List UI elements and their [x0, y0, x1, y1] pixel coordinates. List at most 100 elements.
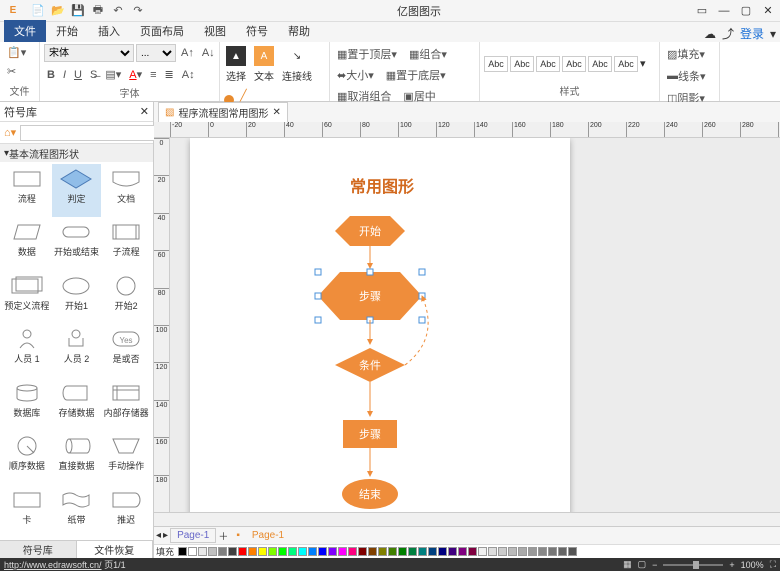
shape-cell-13[interactable]: 存储数据	[52, 378, 102, 431]
line-icon[interactable]: ╱	[240, 89, 251, 102]
color-swatch[interactable]	[398, 547, 407, 556]
strike-button[interactable]: S̶	[87, 66, 100, 83]
cut-icon[interactable]: ✂	[4, 63, 19, 80]
qat-undo-icon[interactable]: ↶	[110, 3, 126, 19]
tab-layout[interactable]: 页面布局	[130, 20, 194, 42]
zoom-slider[interactable]	[663, 564, 723, 566]
win-min-icon[interactable]: —	[714, 3, 734, 19]
italic-button[interactable]: I	[60, 66, 69, 83]
shape-search-input[interactable]	[20, 125, 158, 141]
status-view2-icon[interactable]: ▢	[638, 559, 647, 570]
color-swatch[interactable]	[338, 547, 347, 556]
shape-cell-1[interactable]: 判定	[52, 164, 102, 217]
color-swatch[interactable]	[188, 547, 197, 556]
color-swatch[interactable]	[388, 547, 397, 556]
status-url[interactable]: http://www.edrawsoft.cn/	[4, 560, 102, 570]
doctab-close-icon[interactable]: ✕	[272, 107, 280, 118]
color-swatch[interactable]	[408, 547, 417, 556]
shape-cell-5[interactable]: 子流程	[101, 217, 151, 270]
shape-cell-17[interactable]: 手动操作	[101, 431, 151, 484]
color-swatch[interactable]	[558, 547, 567, 556]
share-icon[interactable]: ⤴	[722, 25, 734, 42]
color-swatch[interactable]	[448, 547, 457, 556]
line-button[interactable]: ▬ 线条▾	[664, 66, 709, 86]
page-add-icon[interactable]: ＋	[218, 528, 228, 543]
color-swatch[interactable]	[478, 547, 487, 556]
tab-file[interactable]: 文件	[4, 20, 46, 42]
style-preset-1[interactable]: Abc	[484, 56, 508, 72]
color-swatch[interactable]	[458, 547, 467, 556]
font-size-select[interactable]: ...	[136, 44, 176, 62]
style-preset-3[interactable]: Abc	[536, 56, 560, 72]
style-more-icon[interactable]: ▾	[640, 57, 646, 70]
shape-cell-4[interactable]: 开始或结束	[52, 217, 102, 270]
shape-cell-15[interactable]: 顺序数据	[2, 431, 52, 484]
shape-cell-9[interactable]: 人员 1	[2, 324, 52, 377]
bring-front-button[interactable]: ▦ 置于顶层▾	[334, 44, 400, 64]
shape-cell-2[interactable]: 文档	[101, 164, 151, 217]
shape-cell-3[interactable]: 数据	[2, 217, 52, 270]
align-icon[interactable]: ≣	[162, 66, 177, 83]
color-swatch[interactable]	[358, 547, 367, 556]
login-link[interactable]: 登录	[740, 25, 764, 42]
color-swatch[interactable]	[248, 547, 257, 556]
qat-print-icon[interactable]: 🖶	[90, 3, 106, 19]
color-swatch[interactable]	[208, 547, 217, 556]
qat-redo-icon[interactable]: ↷	[130, 3, 146, 19]
tab-view[interactable]: 视图	[194, 20, 236, 42]
font-shrink-icon[interactable]: A↓	[199, 44, 218, 62]
font-color-icon[interactable]: A▾	[126, 66, 145, 83]
style-preset-6[interactable]: Abc	[614, 56, 638, 72]
page-prev-icon[interactable]: ◂	[156, 530, 161, 541]
font-grow-icon[interactable]: A↑	[178, 44, 197, 62]
color-swatch[interactable]	[538, 547, 547, 556]
shape-cell-18[interactable]: 卡	[2, 485, 52, 538]
view-single-icon[interactable]: ▪	[236, 530, 240, 541]
shape-cell-7[interactable]: 开始1	[52, 271, 102, 324]
shape-cell-19[interactable]: 纸带	[52, 485, 102, 538]
font-name-select[interactable]: 宋体	[44, 44, 134, 62]
select-tool[interactable]: ▲选择	[224, 44, 248, 85]
shape-cell-10[interactable]: 人员 2	[52, 324, 102, 377]
zoom-out-icon[interactable]: −	[652, 560, 657, 570]
style-preset-2[interactable]: Abc	[510, 56, 534, 72]
color-swatch[interactable]	[528, 547, 537, 556]
win-max-icon[interactable]: ▢	[736, 3, 756, 19]
color-swatch[interactable]	[258, 547, 267, 556]
page-next-icon[interactable]: ▸	[163, 530, 168, 541]
shape-cell-14[interactable]: 内部存储器	[101, 378, 151, 431]
color-swatch[interactable]	[318, 547, 327, 556]
color-swatch[interactable]	[498, 547, 507, 556]
canvas[interactable]: 常用图形 开始 步骤	[170, 138, 780, 512]
chevron-down-icon[interactable]: ▾	[770, 27, 776, 41]
spacing-icon[interactable]: A↕	[179, 66, 198, 83]
tab-shapelib[interactable]: 符号库	[0, 541, 77, 558]
qat-open-icon[interactable]: 📂	[50, 3, 66, 19]
color-swatch[interactable]	[348, 547, 357, 556]
color-swatch[interactable]	[328, 547, 337, 556]
color-swatch[interactable]	[228, 547, 237, 556]
fill-button[interactable]: ▨ 填充▾	[664, 44, 708, 64]
connector-tool[interactable]: ↘连接线	[280, 44, 314, 85]
color-swatch[interactable]	[518, 547, 527, 556]
qat-new-icon[interactable]: 📄	[30, 3, 46, 19]
style-preset-4[interactable]: Abc	[562, 56, 586, 72]
color-swatch[interactable]	[278, 547, 287, 556]
shape-cell-16[interactable]: 直接数据	[52, 431, 102, 484]
bold-button[interactable]: B	[44, 66, 58, 83]
zoom-in-icon[interactable]: +	[729, 560, 734, 570]
tab-insert[interactable]: 插入	[88, 20, 130, 42]
cloud-icon[interactable]: ☁	[704, 27, 716, 41]
home-icon[interactable]: ⌂▾	[4, 126, 16, 139]
color-swatch[interactable]	[198, 547, 207, 556]
shape-cell-0[interactable]: 流程	[2, 164, 52, 217]
win-close-icon[interactable]: ✕	[758, 3, 778, 19]
color-swatch[interactable]	[488, 547, 497, 556]
send-back-button[interactable]: ▦ 置于底层▾	[383, 65, 449, 85]
color-swatch[interactable]	[418, 547, 427, 556]
paste-icon[interactable]: 📋▾	[4, 44, 29, 61]
color-swatch[interactable]	[268, 547, 277, 556]
shape-cell-8[interactable]: 开始2	[101, 271, 151, 324]
color-swatch[interactable]	[378, 547, 387, 556]
color-swatch[interactable]	[308, 547, 317, 556]
